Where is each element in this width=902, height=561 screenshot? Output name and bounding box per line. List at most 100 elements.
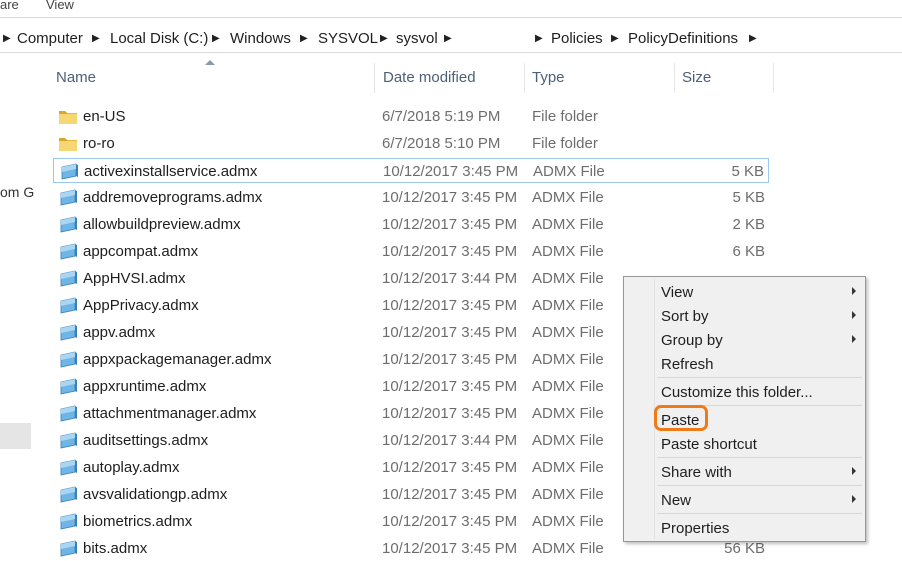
column-header-date[interactable]: Date modified (375, 63, 525, 93)
file-row[interactable]: appcompat.admx 10/12/2017 3:45 PM ADMX Fil… (53, 239, 769, 264)
menu-item-customize-folder[interactable]: Customize this folder... (627, 380, 862, 404)
file-name: biometrics.admx (83, 513, 193, 530)
menu-item-label: Properties (661, 520, 730, 537)
folder-icon (58, 108, 78, 125)
menu-item-sort-by[interactable]: Sort by (627, 304, 862, 328)
breadcrumb-policies[interactable]: Policies (551, 30, 603, 47)
nav-pane-selected-item[interactable] (0, 423, 31, 449)
file-row[interactable]: activexinstallservice.admx 10/12/2017 3:4… (53, 158, 769, 183)
file-date-modified: 10/12/2017 3:45 PM (382, 513, 518, 530)
column-header-size[interactable]: Size (675, 63, 774, 93)
address-divider (0, 52, 902, 53)
file-size: 5 KB (732, 189, 765, 206)
menu-item-label: Share with (661, 464, 732, 481)
menu-item-paste-shortcut[interactable]: Paste shortcut (627, 432, 862, 456)
file-row[interactable]: allowbuildpreview.admx 10/12/2017 3:45 PM… (53, 212, 769, 237)
menu-item-label: Group by (661, 332, 723, 349)
file-name: avsvalidationgp.admx (83, 486, 228, 503)
file-size: 56 KB (724, 540, 765, 557)
ribbon-tab-view[interactable]: View (46, 0, 74, 12)
file-date-modified: 10/12/2017 3:45 PM (382, 297, 518, 314)
menu-item-group-by[interactable]: Group by (627, 328, 862, 352)
file-size: 2 KB (732, 216, 765, 233)
file-date-modified: 10/12/2017 3:45 PM (382, 216, 518, 233)
file-name: AppHVSI.admx (83, 270, 186, 287)
menu-item-view[interactable]: View (627, 280, 862, 304)
chevron-right-icon[interactable]: ▶ (3, 33, 11, 44)
ribbon-tab-share[interactable]: are (0, 0, 19, 12)
menu-item-refresh[interactable]: Refresh (627, 352, 862, 376)
submenu-arrow-icon (852, 287, 856, 295)
file-type: ADMX File (532, 513, 604, 530)
file-type: ADMX File (532, 540, 604, 557)
admx-file-icon (58, 189, 78, 206)
menu-item-label: Paste shortcut (661, 436, 757, 453)
file-date-modified: 10/12/2017 3:45 PM (382, 351, 518, 368)
chevron-right-icon[interactable]: ▶ (92, 33, 100, 44)
file-type: ADMX File (532, 270, 604, 287)
file-date-modified: 6/7/2018 5:10 PM (382, 135, 501, 152)
chevron-right-icon[interactable]: ▶ (611, 33, 619, 44)
chevron-right-icon[interactable]: ▶ (535, 33, 543, 44)
breadcrumb-sysvol-upper[interactable]: SYSVOL (318, 30, 378, 47)
admx-file-icon (59, 163, 79, 180)
column-header-type[interactable]: Type (525, 63, 675, 93)
breadcrumb-sysvol[interactable]: sysvol (396, 30, 438, 47)
file-name: activexinstallservice.admx (84, 163, 258, 180)
admx-file-icon (58, 459, 78, 476)
admx-file-icon (58, 486, 78, 503)
file-date-modified: 10/12/2017 3:45 PM (382, 486, 518, 503)
menu-item-label: New (661, 492, 692, 509)
file-date-modified: 10/12/2017 3:45 PM (382, 405, 518, 422)
file-row[interactable]: ro-ro 6/7/2018 5:10 PM File folder (53, 131, 769, 156)
menu-item-label: Refresh (661, 356, 714, 373)
menu-item-share-with[interactable]: Share with (627, 460, 862, 484)
menu-item-paste[interactable]: Paste (627, 405, 862, 432)
menu-item-label: Paste (661, 412, 700, 429)
breadcrumb-local-disk[interactable]: Local Disk (C:) (110, 30, 208, 47)
chevron-right-icon[interactable]: ▶ (380, 33, 388, 44)
menu-separator (657, 457, 862, 458)
chevron-right-icon[interactable]: ▶ (300, 33, 308, 44)
admx-file-icon (58, 324, 78, 341)
context-menu: View Sort by Group by Refresh Customize … (623, 276, 866, 542)
submenu-arrow-icon (852, 335, 856, 343)
file-name: appv.admx (83, 324, 156, 341)
file-size: 5 KB (731, 163, 764, 180)
chevron-right-icon[interactable]: ▶ (212, 33, 220, 44)
admx-file-icon (58, 405, 78, 422)
menu-separator (657, 377, 862, 378)
breadcrumb-windows[interactable]: Windows (230, 30, 291, 47)
admx-file-icon (58, 351, 78, 368)
breadcrumb-computer[interactable]: Computer (17, 30, 83, 47)
chevron-right-icon[interactable]: ▶ (444, 33, 452, 44)
file-name: addremoveprograms.admx (83, 189, 263, 206)
file-name: appxruntime.admx (83, 378, 207, 395)
breadcrumb-policydefinitions[interactable]: PolicyDefinitions (628, 30, 738, 47)
file-row[interactable]: en-US 6/7/2018 5:19 PM File folder (53, 104, 769, 129)
file-date-modified: 10/12/2017 3:45 PM (382, 189, 518, 206)
admx-file-icon (58, 540, 78, 557)
file-type: ADMX File (532, 378, 604, 395)
menu-item-properties[interactable]: Properties (627, 516, 862, 540)
file-date-modified: 10/12/2017 3:44 PM (382, 270, 518, 287)
file-name: attachmentmanager.admx (83, 405, 257, 422)
menu-item-new[interactable]: New (627, 488, 862, 512)
column-header-name[interactable]: Name (34, 63, 375, 93)
file-date-modified: 10/12/2017 3:45 PM (382, 378, 518, 395)
file-type: File folder (532, 108, 598, 125)
nav-pane-item[interactable]: om G (0, 184, 34, 200)
file-row[interactable]: addremoveprograms.admx 10/12/2017 3:45 PM… (53, 185, 769, 210)
submenu-arrow-icon (852, 311, 856, 319)
file-date-modified: 10/12/2017 3:44 PM (382, 432, 518, 449)
file-size: 6 KB (732, 243, 765, 260)
address-bar[interactable]: ▶ Computer ▶ Local Disk (C:) ▶ Windows ▶… (0, 27, 902, 51)
file-date-modified: 6/7/2018 5:19 PM (382, 108, 501, 125)
file-name: allowbuildpreview.admx (83, 216, 241, 233)
ribbon-divider (0, 17, 902, 18)
chevron-right-icon[interactable]: ▶ (749, 33, 757, 44)
menu-item-label: Sort by (661, 308, 709, 325)
admx-file-icon (58, 378, 78, 395)
submenu-arrow-icon (852, 467, 856, 475)
menu-separator (657, 513, 862, 514)
